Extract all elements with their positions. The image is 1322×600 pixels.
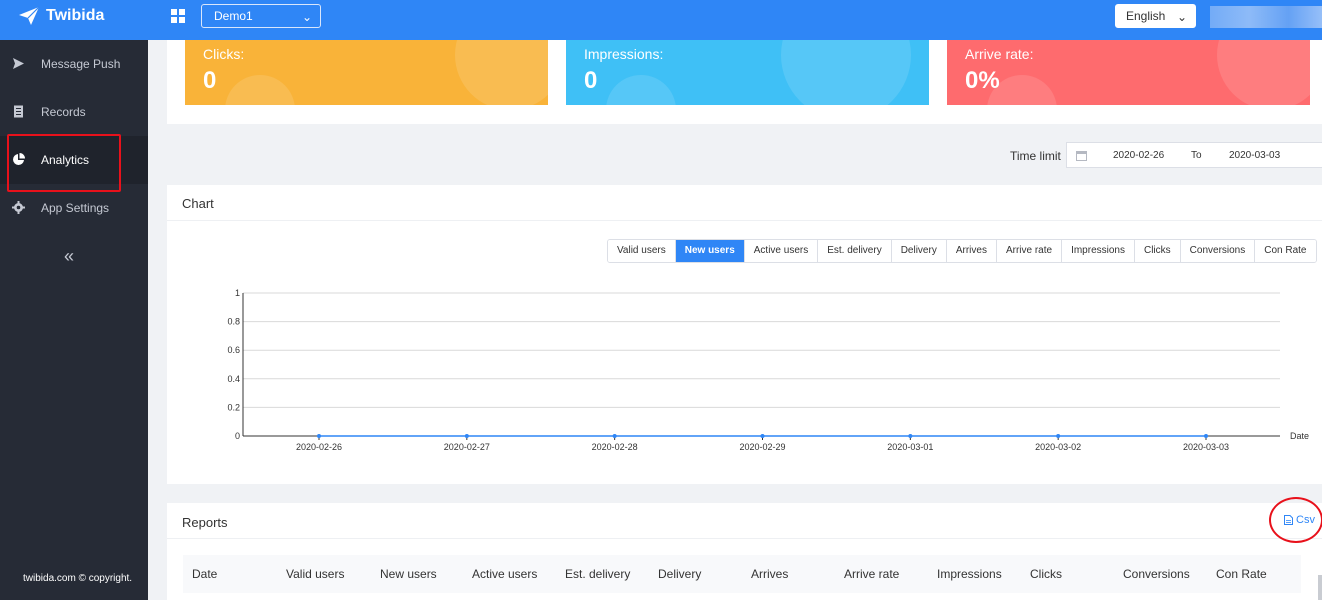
chevron-down-icon: ⌄ — [1176, 10, 1187, 24]
tab-arrive-rate[interactable]: Arrive rate — [996, 240, 1063, 262]
data-point — [760, 434, 765, 438]
sidebar-item-label: Message Push — [41, 57, 121, 71]
scrollbar[interactable] — [1318, 575, 1322, 600]
sidebar: Message Push Records Analytics App Setti… — [0, 40, 148, 600]
tab-active-users[interactable]: Active users — [744, 240, 819, 262]
collapse-sidebar-icon[interactable]: « — [64, 246, 74, 267]
app-select[interactable]: Demo1 ⌄ — [201, 4, 321, 28]
stat-value: 0% — [965, 67, 1000, 94]
language-select[interactable]: English ⌄ — [1115, 4, 1196, 28]
column-header-con-rate: Con Rate — [1216, 567, 1267, 581]
x-tick-label: 2020-02-28 — [592, 442, 638, 452]
copyright-text: twibida.com © copyright. — [23, 573, 133, 584]
stat-card-impressions: Impressions: 0 — [566, 40, 929, 105]
app-select-value: Demo1 — [214, 9, 253, 23]
metric-tabs: Valid users New users Active users Est. del… — [607, 239, 1317, 263]
tab-impressions[interactable]: Impressions — [1062, 240, 1135, 262]
column-header-est-delivery: Est. delivery — [565, 567, 631, 581]
send-icon — [13, 58, 24, 69]
column-header-impressions: Impressions — [937, 567, 1002, 581]
date-to[interactable]: 2020-03-03 — [1229, 150, 1280, 161]
tab-arrives[interactable]: Arrives — [946, 240, 997, 262]
calendar-icon — [1076, 151, 1087, 161]
y-tick-label: 0.2 — [227, 402, 240, 412]
data-point — [612, 434, 617, 438]
sidebar-item-label: Records — [41, 105, 86, 119]
time-limit-label: Time limit — [1010, 149, 1061, 163]
tab-con-rate[interactable]: Con Rate — [1255, 240, 1316, 262]
reports-section-title: Reports — [182, 515, 228, 530]
reports-table-header: Date Valid users New users Active users Est.… — [183, 555, 1301, 593]
gear-icon — [12, 201, 25, 214]
stat-value: 0 — [584, 67, 598, 94]
chevron-down-icon: ⌄ — [301, 10, 312, 24]
stat-card-arrive-rate: Arrive rate: 0% — [947, 40, 1310, 105]
line-chart: 0 0.2 0.4 0.6 0.8 1 2020-02-26 2020-02-27 2020-0… — [227, 288, 1309, 452]
data-point — [1056, 434, 1061, 438]
column-header-delivery: Delivery — [658, 567, 702, 581]
document-icon — [14, 105, 23, 118]
column-header-conversions: Conversions — [1123, 567, 1190, 581]
y-tick-label: 0 — [235, 431, 240, 441]
y-tick-label: 0.4 — [227, 374, 240, 384]
divider — [167, 538, 1322, 539]
sidebar-item-records[interactable]: Records — [0, 88, 148, 136]
language-select-value: English — [1126, 9, 1166, 23]
sidebar-item-label: App Settings — [41, 201, 110, 215]
stat-label: Arrive rate: — [965, 46, 1034, 62]
brand-logo[interactable]: Twibida — [18, 4, 104, 28]
brand-name: Twibida — [46, 7, 105, 24]
tab-conversions[interactable]: Conversions — [1180, 240, 1256, 262]
x-tick-label: 2020-02-26 — [296, 442, 342, 452]
tab-est-delivery[interactable]: Est. delivery — [818, 240, 892, 262]
tab-clicks[interactable]: Clicks — [1134, 240, 1181, 262]
column-header-clicks: Clicks — [1030, 567, 1062, 581]
date-from[interactable]: 2020-02-26 — [1113, 150, 1164, 161]
paper-plane-icon — [19, 6, 40, 25]
sidebar-item-message-push[interactable]: Message Push — [0, 40, 148, 88]
stat-card-clicks: Clicks: 0 — [185, 40, 548, 105]
y-tick-label: 1 — [235, 288, 240, 298]
date-range-separator: To — [1191, 150, 1202, 161]
x-tick-label: 2020-03-02 — [1035, 442, 1081, 452]
stat-label: Clicks: — [203, 46, 245, 62]
annotation-highlight-box — [7, 134, 121, 192]
stat-value: 0 — [203, 67, 217, 94]
data-point — [464, 434, 469, 438]
divider — [167, 220, 1322, 221]
y-tick-label: 0.8 — [227, 317, 240, 327]
column-header-active-users: Active users — [472, 567, 538, 581]
top-bar: Twibida Demo1 ⌄ English ⌄ — [0, 0, 1322, 40]
column-header-arrives: Arrives — [751, 567, 789, 581]
column-header-new-users: New users — [380, 567, 437, 581]
user-account-blurred[interactable] — [1210, 6, 1322, 28]
apps-grid-icon[interactable] — [171, 9, 185, 23]
stat-label: Impressions: — [584, 46, 664, 62]
tab-new-users[interactable]: New users — [675, 240, 745, 262]
column-header-arrive-rate: Arrive rate — [844, 567, 900, 581]
tab-valid-users[interactable]: Valid users — [608, 240, 676, 262]
y-tick-label: 0.6 — [227, 345, 240, 355]
x-tick-label: 2020-03-01 — [887, 442, 933, 452]
data-point — [908, 434, 913, 438]
data-point — [317, 434, 321, 438]
x-axis-label: Date — [1290, 431, 1309, 441]
x-tick-label: 2020-03-03 — [1183, 442, 1229, 452]
date-range-picker[interactable]: 2020-02-26 To 2020-03-03 — [1066, 142, 1322, 168]
column-header-valid-users: Valid users — [286, 567, 345, 581]
annotation-highlight-circle — [1269, 497, 1322, 543]
data-point — [1204, 434, 1208, 438]
column-header-date: Date — [192, 567, 218, 581]
x-tick-label: 2020-02-27 — [444, 442, 490, 452]
tab-delivery[interactable]: Delivery — [891, 240, 947, 262]
chart-section-title: Chart — [182, 196, 214, 211]
x-tick-label: 2020-02-29 — [739, 442, 785, 452]
